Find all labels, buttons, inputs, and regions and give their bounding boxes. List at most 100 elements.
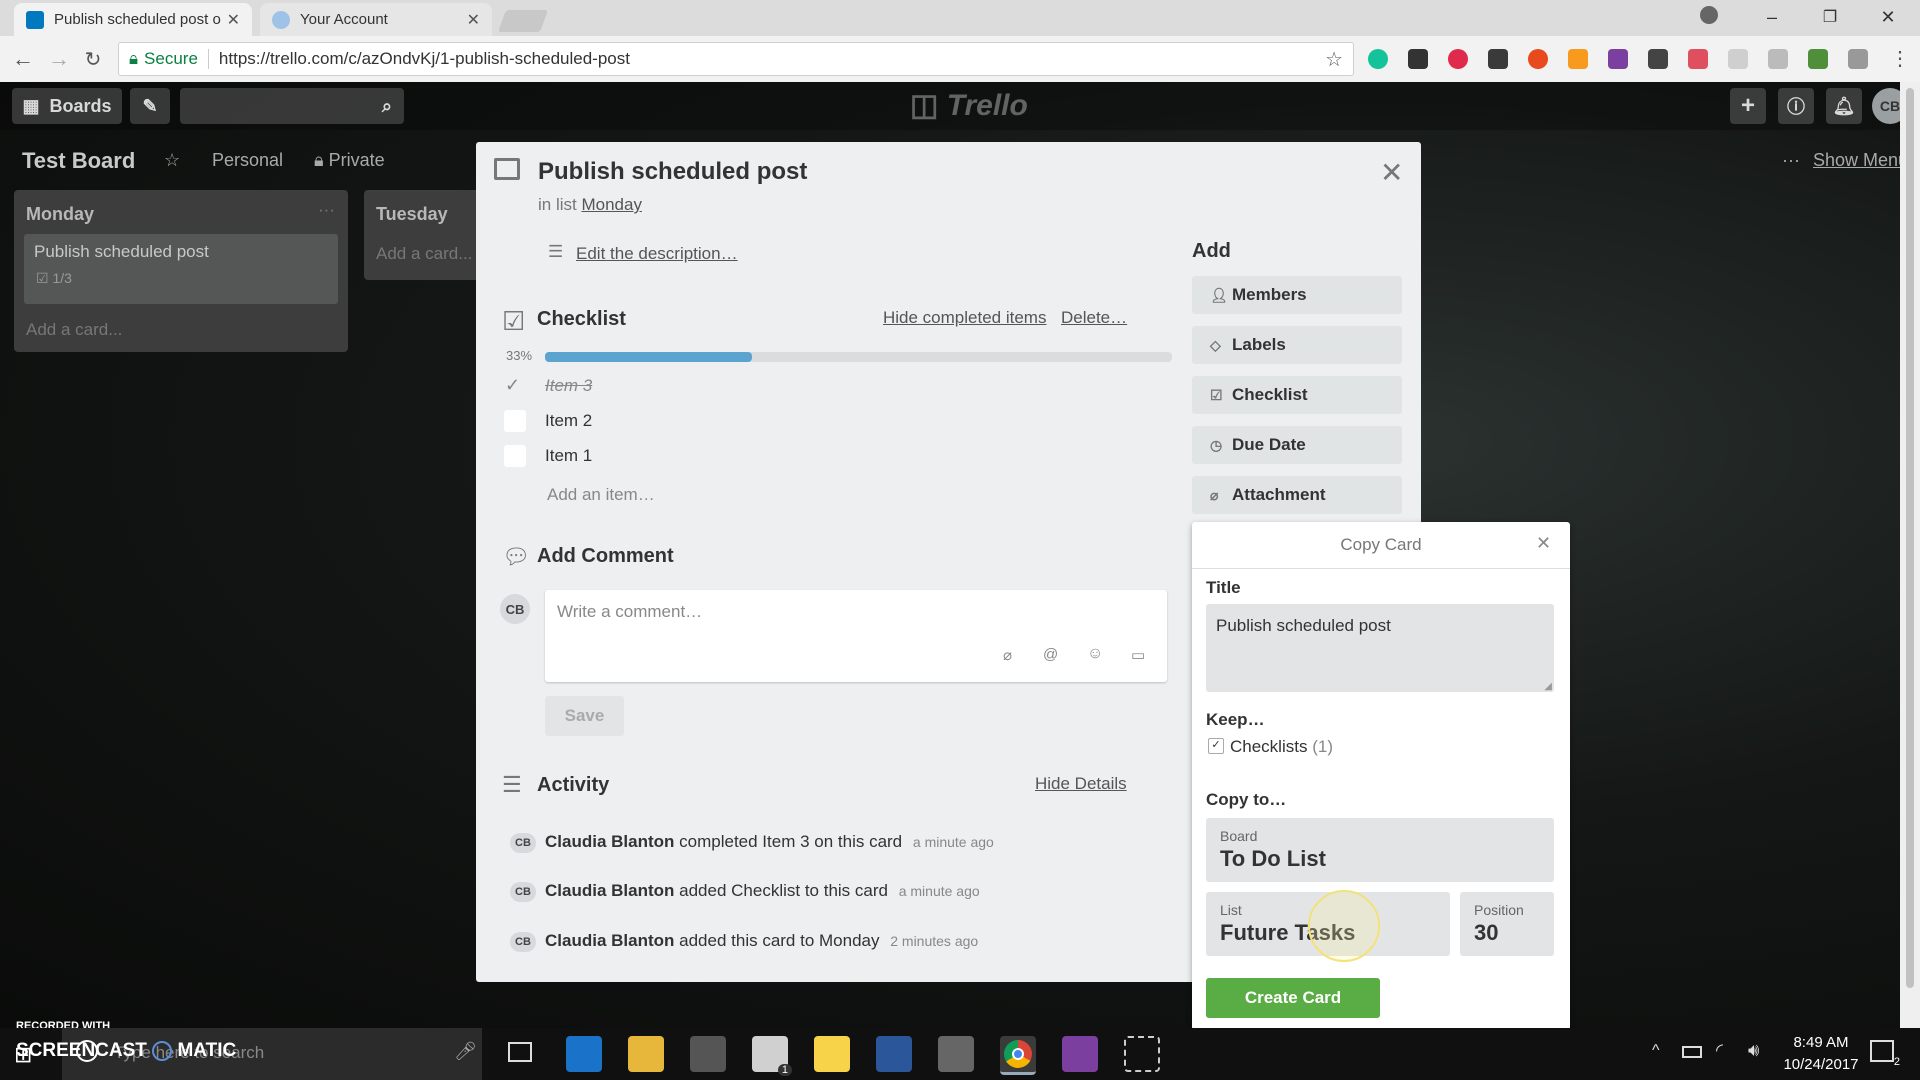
- resize-handle-icon[interactable]: ◢: [1544, 681, 1552, 692]
- list-title[interactable]: Monday: [26, 204, 94, 225]
- mail-icon[interactable]: 1: [752, 1036, 792, 1076]
- pocket-extension-icon[interactable]: [1448, 49, 1468, 69]
- labels-button[interactable]: ◇ Labels: [1192, 326, 1402, 364]
- list-menu-icon[interactable]: ···: [318, 200, 335, 220]
- close-icon[interactable]: ✕: [1380, 156, 1403, 189]
- list-link[interactable]: Monday: [581, 195, 641, 214]
- battery-icon[interactable]: [1682, 1046, 1702, 1058]
- members-button[interactable]: 👤︎ Members: [1192, 276, 1402, 314]
- close-tab-icon[interactable]: ✕: [227, 10, 240, 30]
- add-item-link[interactable]: Add an item…: [547, 485, 655, 505]
- onenote-icon[interactable]: [1062, 1036, 1098, 1072]
- mention-icon[interactable]: @: [1043, 646, 1058, 663]
- chrome-icon[interactable]: [1000, 1036, 1036, 1075]
- hide-completed-link[interactable]: Hide completed items: [883, 308, 1046, 328]
- volume-icon[interactable]: 🔊︎: [1748, 1040, 1759, 1061]
- grammarly-extension-icon[interactable]: [1368, 49, 1388, 69]
- browser-tab-active[interactable]: Publish scheduled post o ✕: [14, 3, 252, 36]
- checklist-checkbox[interactable]: [504, 410, 526, 432]
- rss-extension-icon[interactable]: [1568, 49, 1588, 69]
- keep-checklists-label[interactable]: Checklists (1): [1230, 737, 1333, 757]
- boards-button[interactable]: ▦ Boards: [12, 88, 122, 124]
- card-link-icon[interactable]: ▭: [1131, 646, 1145, 664]
- restore-icon[interactable]: ❐: [1801, 0, 1859, 34]
- due-date-button[interactable]: ◷ Due Date: [1192, 426, 1402, 464]
- tag-extension-icon[interactable]: [1768, 49, 1788, 69]
- word-icon[interactable]: [876, 1036, 912, 1072]
- handshake-extension-icon[interactable]: [1728, 49, 1748, 69]
- notifications-icon[interactable]: 2: [1870, 1040, 1900, 1068]
- title-textarea[interactable]: Publish scheduled post ◢: [1206, 604, 1554, 692]
- page-scrollbar[interactable]: [1900, 82, 1920, 1028]
- shield-extension-icon[interactable]: [1648, 49, 1668, 69]
- add-icon[interactable]: +: [1730, 88, 1766, 124]
- avatar[interactable]: CB: [510, 833, 536, 853]
- browser-tab[interactable]: Your Account ✕: [260, 3, 492, 36]
- team-button[interactable]: Personal: [212, 150, 283, 171]
- checklist-item[interactable]: Item 1: [545, 446, 592, 466]
- clock-date[interactable]: 10/24/2017: [1776, 1056, 1866, 1073]
- add-card-link[interactable]: Add a card...: [376, 244, 472, 264]
- add-card-link[interactable]: Add a card...: [26, 320, 122, 340]
- list-title[interactable]: Tuesday: [376, 204, 448, 225]
- sheets-extension-icon[interactable]: [1808, 49, 1828, 69]
- reload-icon[interactable]: ↻: [78, 44, 108, 74]
- pencil-icon[interactable]: ✎: [130, 88, 170, 124]
- checked-icon[interactable]: ✓: [505, 375, 520, 396]
- store-icon[interactable]: [690, 1036, 726, 1072]
- clock-time[interactable]: 8:49 AM: [1776, 1034, 1866, 1051]
- keep-checklists-checkbox[interactable]: ✓: [1208, 738, 1224, 754]
- delete-checklist-link[interactable]: Delete…: [1061, 308, 1127, 328]
- privacy-button[interactable]: 🔒︎ Private: [314, 150, 385, 171]
- attachment-icon[interactable]: ⌀: [1003, 646, 1012, 664]
- new-tab-button[interactable]: [497, 10, 549, 32]
- card[interactable]: Publish scheduled post ☑ 1/3: [24, 234, 338, 304]
- profile-icon[interactable]: [1700, 6, 1718, 24]
- buffer-extension-icon[interactable]: [1408, 49, 1428, 69]
- checklist-item[interactable]: Item 2: [545, 411, 592, 431]
- back-icon[interactable]: ←: [8, 44, 38, 74]
- onenote-extension-icon[interactable]: [1608, 49, 1628, 69]
- tray-chevron-icon[interactable]: ^: [1652, 1042, 1660, 1060]
- wifi-icon[interactable]: ◜: [1716, 1040, 1723, 1061]
- bell-icon[interactable]: 🔔︎: [1826, 88, 1862, 124]
- avatar[interactable]: CB: [510, 932, 536, 952]
- task-view-icon[interactable]: [508, 1042, 532, 1062]
- edge-icon[interactable]: [566, 1036, 602, 1072]
- checklist-checkbox[interactable]: [504, 445, 526, 467]
- create-card-button[interactable]: Create Card: [1206, 978, 1380, 1018]
- avatar[interactable]: CB: [500, 594, 530, 624]
- checklist-title[interactable]: Checklist: [537, 308, 626, 331]
- edit-description-link[interactable]: Edit the description…: [576, 244, 738, 264]
- position-select[interactable]: Position 30: [1460, 892, 1554, 956]
- activity-user[interactable]: Claudia Blanton: [545, 832, 674, 851]
- board-title[interactable]: Test Board: [22, 148, 135, 174]
- checklist-item[interactable]: Item 3: [545, 376, 592, 396]
- activity-user[interactable]: Claudia Blanton: [545, 881, 674, 900]
- show-menu-button[interactable]: ··· Show Menu: [1782, 150, 1908, 171]
- stumbleupon-extension-icon[interactable]: [1528, 49, 1548, 69]
- calendar-icon[interactable]: [938, 1036, 974, 1072]
- board-select[interactable]: Board To Do List: [1206, 818, 1554, 882]
- forward-icon[interactable]: →: [44, 44, 74, 74]
- search-input[interactable]: ⌕: [180, 88, 404, 124]
- address-bar[interactable]: 🔒︎ Secure https://trello.com/c/azOndvKj/…: [118, 42, 1354, 76]
- bookmark-star-icon[interactable]: ☆: [1325, 47, 1343, 72]
- close-window-icon[interactable]: ✕: [1859, 0, 1917, 34]
- attachment-button[interactable]: ⌀ Attachment: [1192, 476, 1402, 514]
- evernote-extension-icon[interactable]: [1488, 49, 1508, 69]
- file-explorer-icon[interactable]: [628, 1036, 664, 1072]
- trello-logo[interactable]: ◫ Trello: [910, 88, 1028, 123]
- activity-user[interactable]: Claudia Blanton: [545, 931, 674, 950]
- emoji-icon[interactable]: ☺: [1087, 645, 1103, 663]
- checklist-button[interactable]: ☑ Checklist: [1192, 376, 1402, 414]
- sticky-notes-icon[interactable]: [814, 1036, 850, 1072]
- avatar[interactable]: CB: [510, 882, 536, 902]
- close-tab-icon[interactable]: ✕: [467, 10, 480, 30]
- scrollbar-thumb[interactable]: [1906, 88, 1914, 988]
- info-icon[interactable]: ⓘ: [1778, 88, 1814, 124]
- panel-extension-icon[interactable]: [1848, 49, 1868, 69]
- chrome-menu-icon[interactable]: ⋮: [1890, 46, 1910, 71]
- plus-extension-icon[interactable]: [1688, 49, 1708, 69]
- minimize-icon[interactable]: –: [1743, 0, 1801, 34]
